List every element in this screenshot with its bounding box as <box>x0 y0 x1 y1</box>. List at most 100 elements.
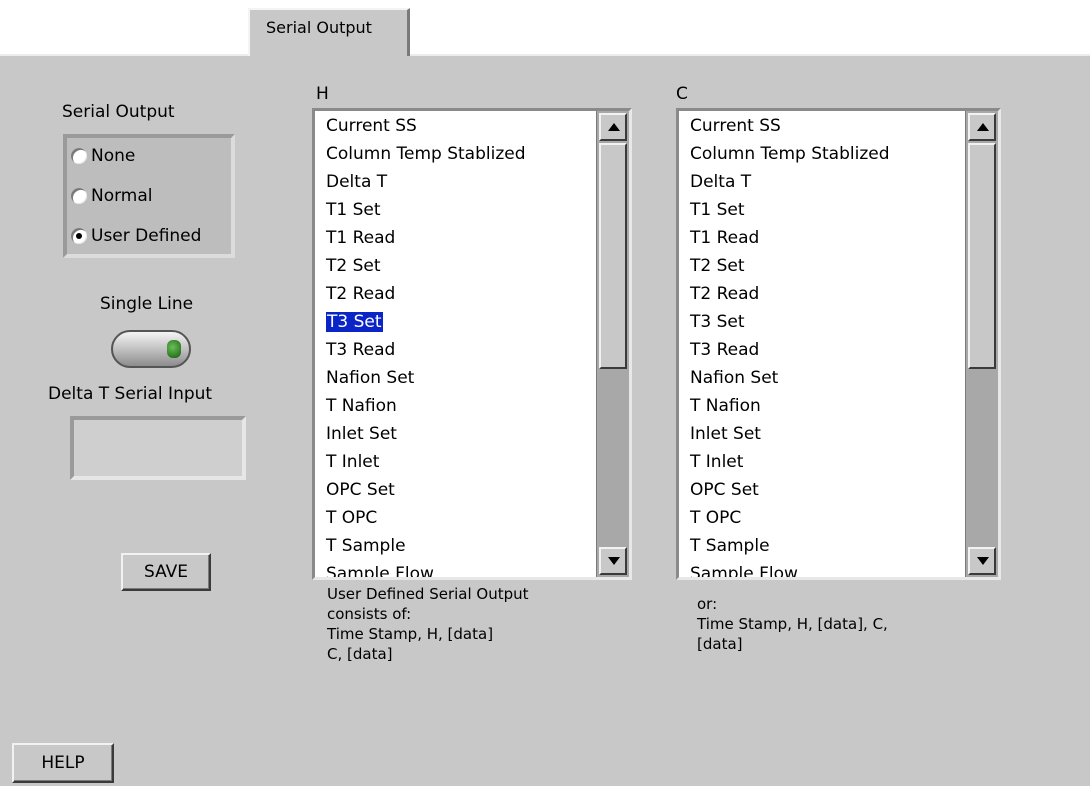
h-list-item[interactable]: Inlet Set <box>326 420 526 448</box>
c-list-item[interactable]: Column Temp Stablized <box>690 140 890 168</box>
c-listbox[interactable]: Current SS Column Temp Stablized Delta T T1… <box>676 108 1001 580</box>
c-scroll-down-icon[interactable] <box>968 547 996 575</box>
h-scroll-down-icon[interactable] <box>599 547 627 575</box>
radio-user-defined[interactable]: User Defined <box>71 226 201 246</box>
single-line-toggle[interactable] <box>111 330 191 368</box>
serial-output-label: Serial Output <box>62 102 175 122</box>
tab-serial-output[interactable]: Serial Output <box>248 8 410 56</box>
radio-none-label: None <box>91 146 136 166</box>
c-scrollbar[interactable] <box>965 111 998 577</box>
c-list-item-label: OPC Set <box>690 480 759 500</box>
h-list-item[interactable]: T2 Read <box>326 280 526 308</box>
c-scroll-thumb[interactable] <box>968 143 996 369</box>
h-list-item-label: T3 Read <box>326 340 396 360</box>
h-scroll-thumb[interactable] <box>599 143 627 369</box>
c-list-item[interactable]: T3 Set <box>690 308 890 336</box>
c-list-item[interactable]: T2 Read <box>690 280 890 308</box>
h-list-item-label: T3 Set <box>326 312 383 332</box>
h-list-item-label: T1 Set <box>326 200 381 220</box>
radio-none[interactable]: None <box>71 146 135 166</box>
h-list-item-label: T OPC <box>326 508 378 528</box>
h-list-item-label: T Inlet <box>326 452 380 472</box>
c-list-item-label: T Nafion <box>690 396 761 416</box>
h-list-item[interactable]: T OPC <box>326 504 526 532</box>
radio-user-defined-indicator[interactable] <box>71 228 87 244</box>
h-list-item[interactable]: Column Temp Stablized <box>326 140 526 168</box>
c-list-item[interactable]: T Inlet <box>690 448 890 476</box>
h-list-item-label: T1 Read <box>326 228 396 248</box>
c-list-item[interactable]: T OPC <box>690 504 890 532</box>
h-list-item-label: T Sample <box>326 536 406 556</box>
h-list-item[interactable]: T3 Read <box>326 336 526 364</box>
c-list-item-label: Inlet Set <box>690 424 761 444</box>
c-list-item[interactable]: Nafion Set <box>690 364 890 392</box>
help-button[interactable]: HELP <box>12 743 114 783</box>
c-list-item-label: Column Temp Stablized <box>690 144 890 164</box>
h-list-item[interactable]: T2 Set <box>326 252 526 280</box>
radio-selected-dot <box>76 233 82 239</box>
c-list-item[interactable]: T Sample <box>690 532 890 560</box>
h-list-label: H <box>316 84 329 104</box>
h-list-item-label: Delta T <box>326 172 388 192</box>
h-list-item[interactable]: Sample Flow <box>326 560 526 577</box>
c-scroll-up-icon[interactable] <box>968 113 996 141</box>
radio-none-indicator[interactable] <box>71 148 87 164</box>
h-list-item-label: OPC Set <box>326 480 395 500</box>
h-list-item-label: T2 Read <box>326 284 396 304</box>
c-list-item[interactable]: T2 Set <box>690 252 890 280</box>
c-list-item-label: T3 Read <box>690 340 760 360</box>
delta-t-serial-input-label: Delta T Serial Input <box>48 384 213 404</box>
h-list-item-label: Current SS <box>326 116 417 136</box>
c-list-item-label: Current SS <box>690 116 781 136</box>
h-list-item[interactable]: Current SS <box>326 112 526 140</box>
c-list-item[interactable]: Sample Flow <box>690 560 890 577</box>
save-button[interactable]: SAVE <box>121 553 211 591</box>
h-list-item[interactable]: T Sample <box>326 532 526 560</box>
c-list-item[interactable]: T1 Set <box>690 196 890 224</box>
c-list-item[interactable]: T1 Read <box>690 224 890 252</box>
h-list-item[interactable]: T Inlet <box>326 448 526 476</box>
h-list-item[interactable]: T1 Read <box>326 224 526 252</box>
delta-t-serial-input-field[interactable] <box>70 416 246 480</box>
c-list-item-label: T2 Set <box>690 256 745 276</box>
h-list-items: Current SS Column Temp Stablized Delta T T1… <box>326 112 526 577</box>
c-list-item[interactable]: T Nafion <box>690 392 890 420</box>
c-list-item-label: Delta T <box>690 172 752 192</box>
c-list-label: C <box>676 84 688 104</box>
h-listbox[interactable]: Current SS Column Temp Stablized Delta T T1… <box>312 108 632 580</box>
h-list-item-label: Inlet Set <box>326 424 397 444</box>
c-list-item[interactable]: OPC Set <box>690 476 890 504</box>
c-list-item-label: T Inlet <box>690 452 744 472</box>
serial-output-radio-group: None Normal User Defined <box>63 134 235 258</box>
h-list-item[interactable]: T3 Set <box>326 308 526 336</box>
h-list-item[interactable]: Delta T <box>326 168 526 196</box>
c-list-item-label: T OPC <box>690 508 742 528</box>
single-line-label: Single Line <box>100 294 194 314</box>
c-list-item-label: T1 Read <box>690 228 760 248</box>
h-list-item[interactable]: T Nafion <box>326 392 526 420</box>
radio-normal[interactable]: Normal <box>71 186 153 206</box>
h-scroll-up-icon[interactable] <box>599 113 627 141</box>
c-serial-format-note: or: Time Stamp, H, [data], C, [data] <box>697 595 888 653</box>
radio-normal-indicator[interactable] <box>71 188 87 204</box>
h-scrollbar[interactable] <box>596 111 629 577</box>
h-list-item-label: T Nafion <box>326 396 397 416</box>
radio-normal-label: Normal <box>91 186 153 206</box>
h-list-item[interactable]: Nafion Set <box>326 364 526 392</box>
c-list-item[interactable]: Delta T <box>690 168 890 196</box>
c-list-item[interactable]: Current SS <box>690 112 890 140</box>
h-list-item-label: Nafion Set <box>326 368 415 388</box>
c-list-items: Current SS Column Temp Stablized Delta T T1… <box>690 112 890 577</box>
h-list-item-label: Column Temp Stablized <box>326 144 526 164</box>
c-list-item-label: T1 Set <box>690 200 745 220</box>
c-list-item-label: T Sample <box>690 536 770 556</box>
h-list-item[interactable]: OPC Set <box>326 476 526 504</box>
h-list-item[interactable]: T1 Set <box>326 196 526 224</box>
toggle-lamp-icon <box>167 340 181 358</box>
h-list-item-label: Sample Flow <box>326 564 434 577</box>
h-list-item-label: T2 Set <box>326 256 381 276</box>
radio-user-defined-label: User Defined <box>91 226 202 246</box>
c-list-item[interactable]: Inlet Set <box>690 420 890 448</box>
c-list-item-label: Nafion Set <box>690 368 779 388</box>
c-list-item[interactable]: T3 Read <box>690 336 890 364</box>
